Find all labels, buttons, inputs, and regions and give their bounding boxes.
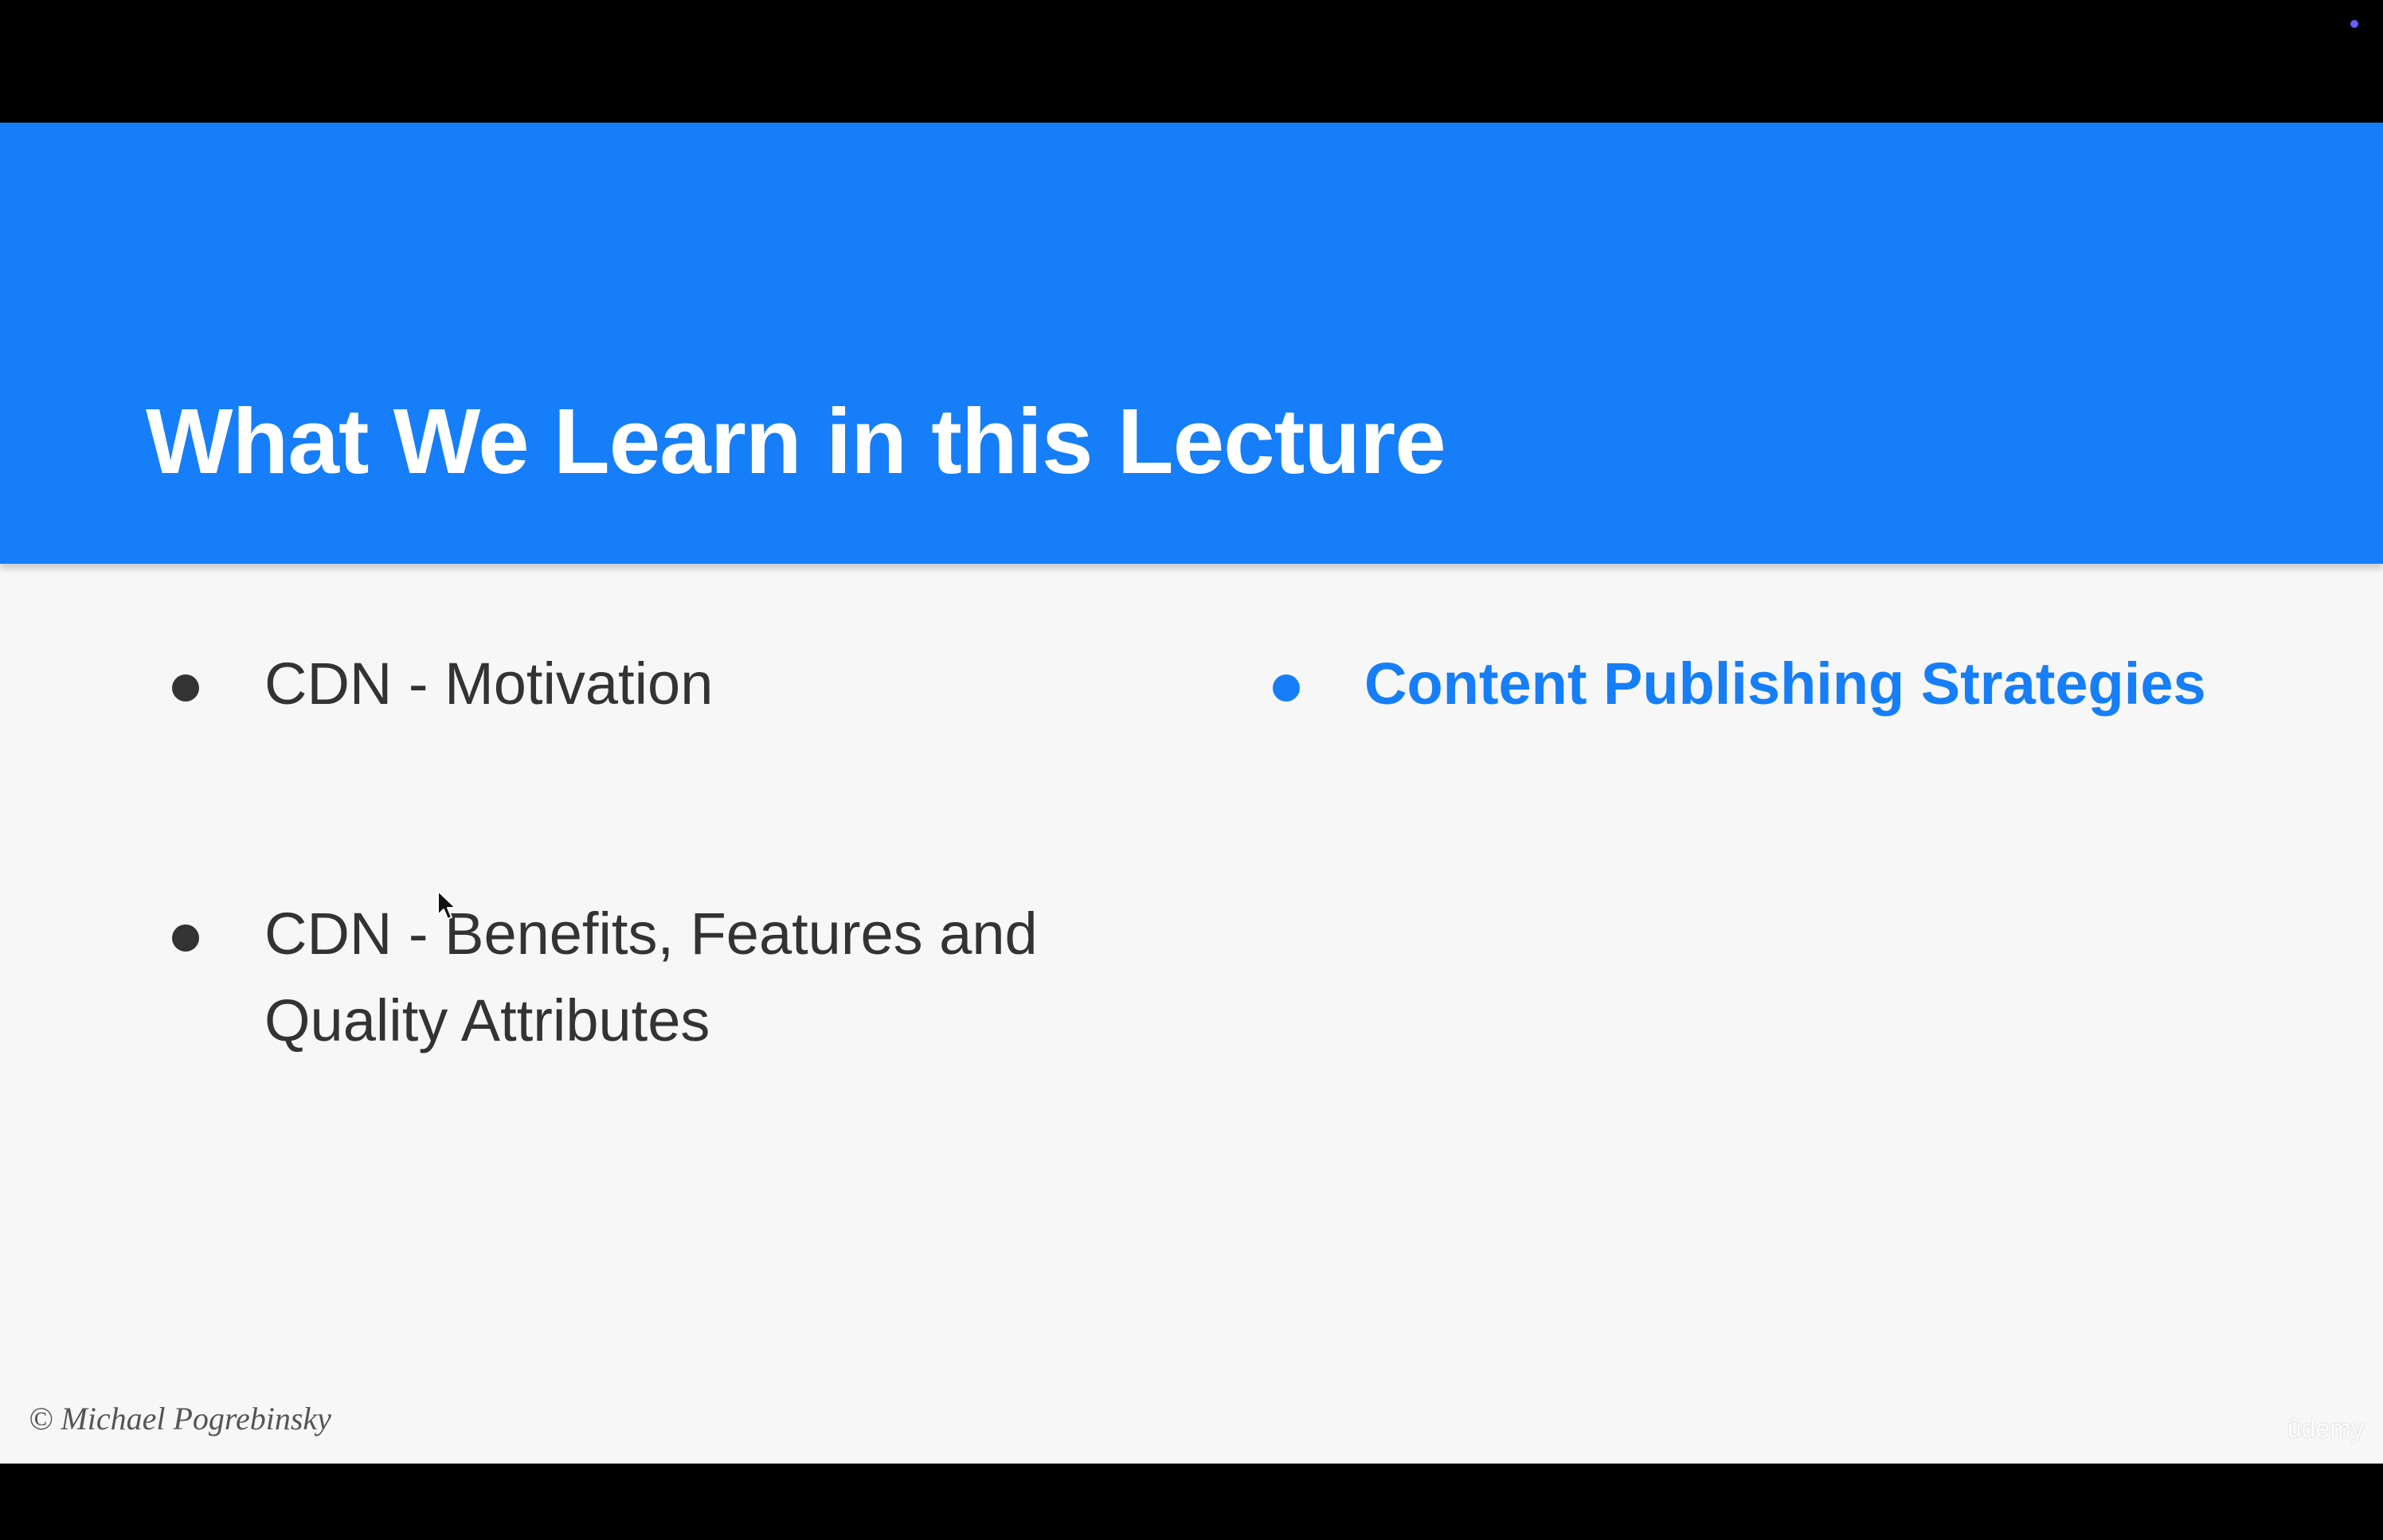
bullet-dot-icon bbox=[172, 924, 199, 952]
bullet-item-cdn-motivation: CDN - Motivation bbox=[264, 640, 1141, 727]
bullet-text: CDN - Benefits, Features and Quality Att… bbox=[264, 901, 1038, 1053]
udemy-watermark: ûdemy bbox=[2287, 1414, 2365, 1443]
slide-header: What We Learn in this Lecture bbox=[0, 123, 2383, 564]
slide-title: What We Learn in this Lecture bbox=[146, 389, 1446, 493]
video-player-screen[interactable]: What We Learn in this Lecture CDN - Moti… bbox=[0, 0, 2383, 1540]
bullet-dot-icon bbox=[172, 674, 199, 702]
mouse-cursor-icon bbox=[437, 890, 456, 920]
bullet-text: CDN - Motivation bbox=[264, 651, 714, 717]
bullet-dot-icon bbox=[1273, 674, 1300, 702]
bullet-text-highlighted: Content Publishing Strategies bbox=[1364, 651, 2206, 717]
bullet-item-cdn-benefits: CDN - Benefits, Features and Quality Att… bbox=[264, 890, 1141, 1064]
lecture-slide: What We Learn in this Lecture CDN - Moti… bbox=[0, 123, 2383, 1464]
copyright-notice: © Michael Pogrebinsky bbox=[29, 1401, 331, 1436]
bullet-item-content-publishing: Content Publishing Strategies bbox=[1364, 640, 2320, 727]
status-dot-icon bbox=[2350, 20, 2358, 28]
